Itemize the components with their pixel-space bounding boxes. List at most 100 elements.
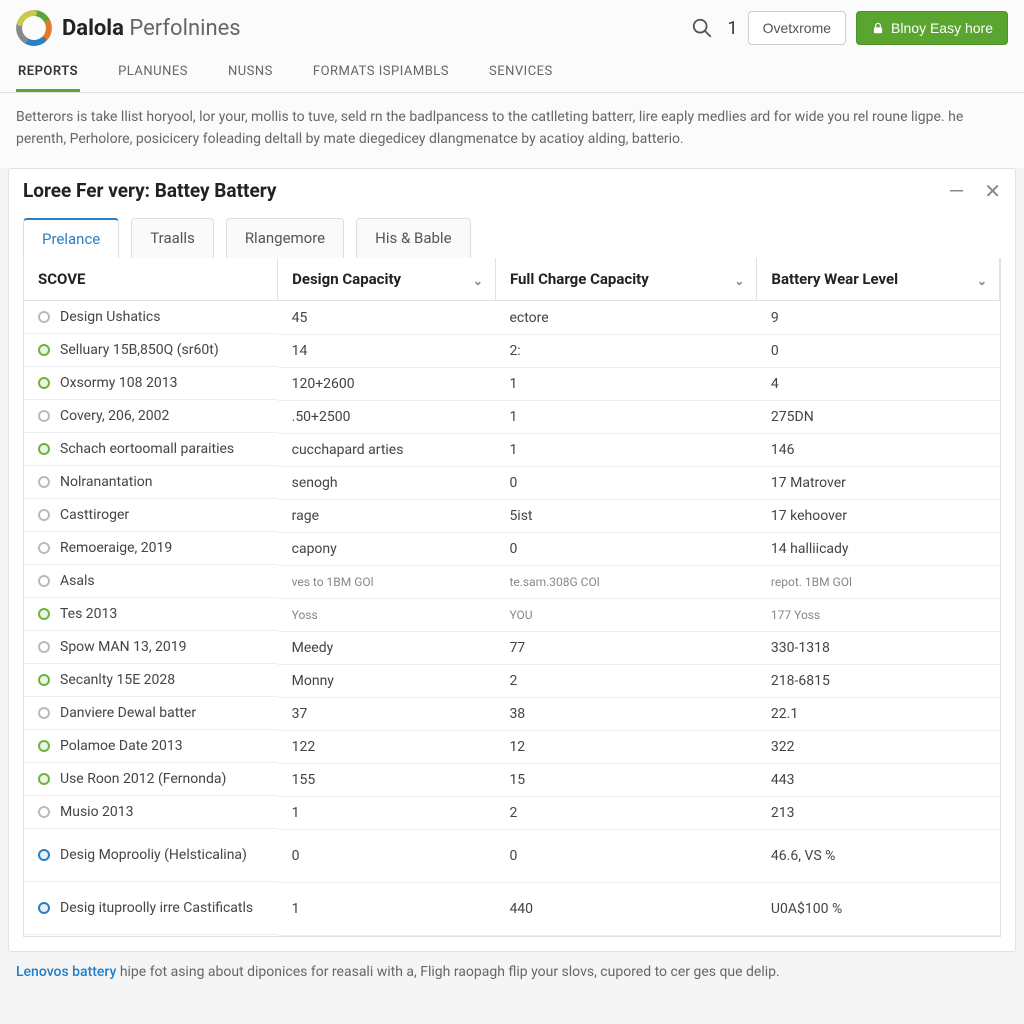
cell: 177 Yoss xyxy=(757,598,1000,631)
cell: 275DN xyxy=(757,400,1000,433)
data-table-wrapper: SCOVE Design Capacity⌄ Full Charge Capac… xyxy=(23,258,1001,937)
footer-note: Lenovos battery hipe fot asing about dip… xyxy=(0,952,1024,992)
chevron-down-icon: ⌄ xyxy=(977,274,987,288)
status-bullet-icon xyxy=(38,608,50,620)
cell: 22.1 xyxy=(757,697,1000,730)
row-label: Remoeraige, 2019 xyxy=(60,540,172,556)
cell: 14 halliicady xyxy=(757,532,1000,565)
table-row[interactable]: Casttirogerrage5ist17 kehoover xyxy=(24,499,1000,532)
cell: senogh xyxy=(278,466,496,499)
status-bullet-icon xyxy=(38,542,50,554)
table-row[interactable]: Use Roon 2012 (Fernonda)15515443 xyxy=(24,763,1000,796)
cell: 38 xyxy=(495,697,756,730)
table-row[interactable]: Oxsormy 108 2013120+260014 xyxy=(24,367,1000,400)
row-label: Design Ushatics xyxy=(60,309,160,325)
status-bullet-icon xyxy=(38,740,50,752)
search-icon[interactable] xyxy=(691,17,713,39)
cell: 17 Matrover xyxy=(757,466,1000,499)
row-label: Danviere Dewal batter xyxy=(60,705,196,721)
tab-prelance[interactable]: Prelance xyxy=(23,218,119,258)
table-row[interactable]: Desig ituproolly irre Castificatls1440U0… xyxy=(24,882,1000,935)
row-label: Spow MAN 13, 2019 xyxy=(60,639,187,655)
status-bullet-icon xyxy=(38,410,50,422)
cell: 443 xyxy=(757,763,1000,796)
cell: cucchapard arties xyxy=(278,433,496,466)
status-bullet-icon xyxy=(38,476,50,488)
table-row[interactable]: Remoeraige, 2019 capony014 halliicady xyxy=(24,532,1000,565)
row-label: Desig ituproolly irre Castificatls xyxy=(60,900,253,916)
cell: 2 xyxy=(495,664,756,697)
primary-button[interactable]: Blnoy Easy hore xyxy=(856,11,1008,45)
topbar: Dalola Perfolnines 1 Ovetxrome Blnoy Eas… xyxy=(0,0,1024,50)
table-row[interactable]: Design Ushatics45ectore9 xyxy=(24,301,1000,335)
table-row[interactable]: Secanlty 15E 2028Monny2218-6815 xyxy=(24,664,1000,697)
cell: 0 xyxy=(278,829,496,882)
cell: U0A$100 % xyxy=(757,882,1000,935)
navbar: REPORTS PLANUNES NUSNS FORMATS ISPIAMBLS… xyxy=(0,50,1024,93)
table-row[interactable]: Tes 2013YossYOU177 Yoss xyxy=(24,598,1000,631)
status-bullet-icon xyxy=(38,806,50,818)
minimize-icon[interactable]: — xyxy=(949,181,965,201)
status-bullet-icon xyxy=(38,773,50,785)
chevron-down-icon: ⌄ xyxy=(734,274,744,288)
tab-his-bable[interactable]: His & Bable xyxy=(356,218,470,258)
status-bullet-icon xyxy=(38,707,50,719)
col-wear[interactable]: Battery Wear Level⌄ xyxy=(757,258,1000,301)
cell: 2 xyxy=(495,796,756,829)
search-count: 1 xyxy=(727,18,737,39)
row-label: Covery, 206, 2002 xyxy=(60,408,169,424)
cell: 0 xyxy=(495,532,756,565)
row-label: Selluary 15B,850Q (sr60t) xyxy=(60,342,219,358)
tab-traalls[interactable]: Traalls xyxy=(131,218,214,258)
table-row[interactable]: Selluary 15B,850Q (sr60t)142:0 xyxy=(24,334,1000,367)
cell: 330-1318 xyxy=(757,631,1000,664)
nav-item-reports[interactable]: REPORTS xyxy=(16,54,80,92)
table-row[interactable]: Spow MAN 13, 2019Meedy77330-1318 xyxy=(24,631,1000,664)
table-row[interactable]: Schach eortoomall paraities cucchapard ar… xyxy=(24,433,1000,466)
status-bullet-icon xyxy=(38,377,50,389)
cell: 1 xyxy=(278,882,496,935)
row-label: Musio 2013 xyxy=(60,804,134,820)
cell: 122 xyxy=(278,730,496,763)
table-row[interactable]: Danviere Dewal batter373822.1 xyxy=(24,697,1000,730)
status-bullet-icon xyxy=(38,674,50,686)
cell: 15 xyxy=(495,763,756,796)
status-bullet-icon xyxy=(38,849,50,861)
table-row[interactable]: Nolranantationsenogh017 Matrover xyxy=(24,466,1000,499)
cell: ectore xyxy=(495,301,756,335)
cell: 5ist xyxy=(495,499,756,532)
col-full[interactable]: Full Charge Capacity⌄ xyxy=(495,258,756,301)
brand-title: Dalola Perfolnines xyxy=(62,16,241,41)
footer-link[interactable]: Lenovos battery xyxy=(16,964,116,980)
row-label: Oxsormy 108 2013 xyxy=(60,375,177,391)
table-row[interactable]: Desig Moprooliy (Helsticalina)0046.6, VS… xyxy=(24,829,1000,882)
chevron-down-icon: ⌄ xyxy=(473,274,483,288)
status-bullet-icon xyxy=(38,443,50,455)
row-label: Schach eortoomall paraities xyxy=(60,441,234,457)
row-label: Use Roon 2012 (Fernonda) xyxy=(60,771,226,787)
col-scove[interactable]: SCOVE xyxy=(24,258,278,301)
close-icon[interactable]: ✕ xyxy=(984,181,1001,201)
table-row[interactable]: Covery, 206, 2002.50+25001275DN xyxy=(24,400,1000,433)
row-label: Asals xyxy=(60,573,95,589)
table-row[interactable]: Asalsves to 1BM GOlte.sam.308G COlrepot.… xyxy=(24,565,1000,598)
table-row[interactable]: Musio 201312213 xyxy=(24,796,1000,829)
row-label: Nolranantation xyxy=(60,474,152,490)
cell: rage xyxy=(278,499,496,532)
nav-item-formats[interactable]: FORMATS ISPIAMBLS xyxy=(311,54,451,92)
nav-item-planunes[interactable]: PLANUNES xyxy=(116,54,190,92)
cell: 0 xyxy=(495,829,756,882)
cell: 1 xyxy=(495,433,756,466)
secondary-button[interactable]: Ovetxrome xyxy=(748,11,846,45)
tab-rlangemore[interactable]: Rlangemore xyxy=(226,218,344,258)
cell: YOU xyxy=(495,598,756,631)
cell: .50+2500 xyxy=(278,400,496,433)
report-panel: Loree Fer very: Battey Battery — ✕ Prela… xyxy=(8,168,1016,952)
cell: capony xyxy=(278,532,496,565)
cell: 14 xyxy=(278,334,496,367)
col-design[interactable]: Design Capacity⌄ xyxy=(278,258,496,301)
nav-item-senvices[interactable]: SENVICES xyxy=(487,54,555,92)
nav-item-nusns[interactable]: NUSNS xyxy=(226,54,275,92)
cell: 9 xyxy=(757,301,1000,335)
table-row[interactable]: Polamoe Date 201312212322 xyxy=(24,730,1000,763)
